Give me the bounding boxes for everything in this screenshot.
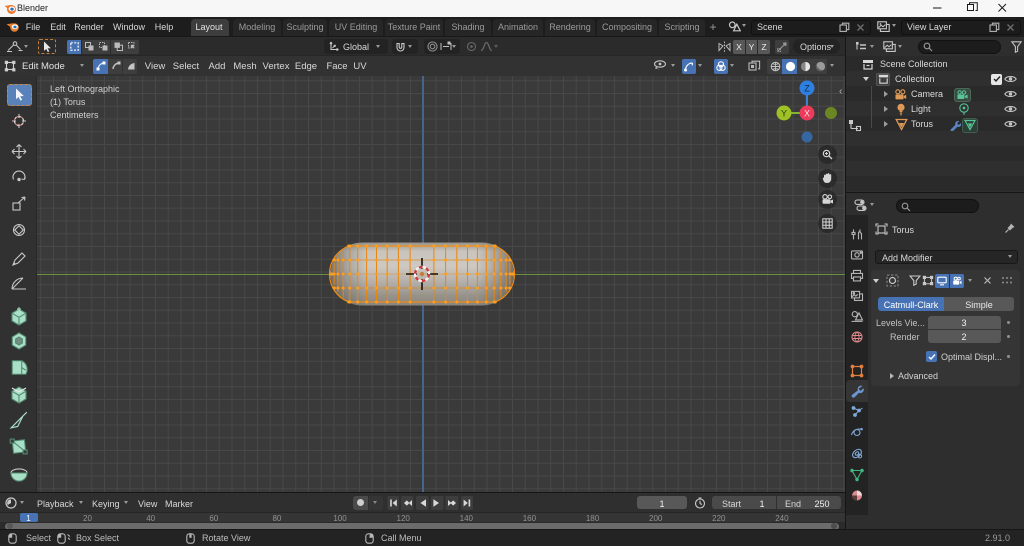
svg-text:Y: Y [781, 109, 787, 119]
svg-text:X: X [804, 109, 810, 119]
svg-text:Z: Z [804, 84, 810, 94]
